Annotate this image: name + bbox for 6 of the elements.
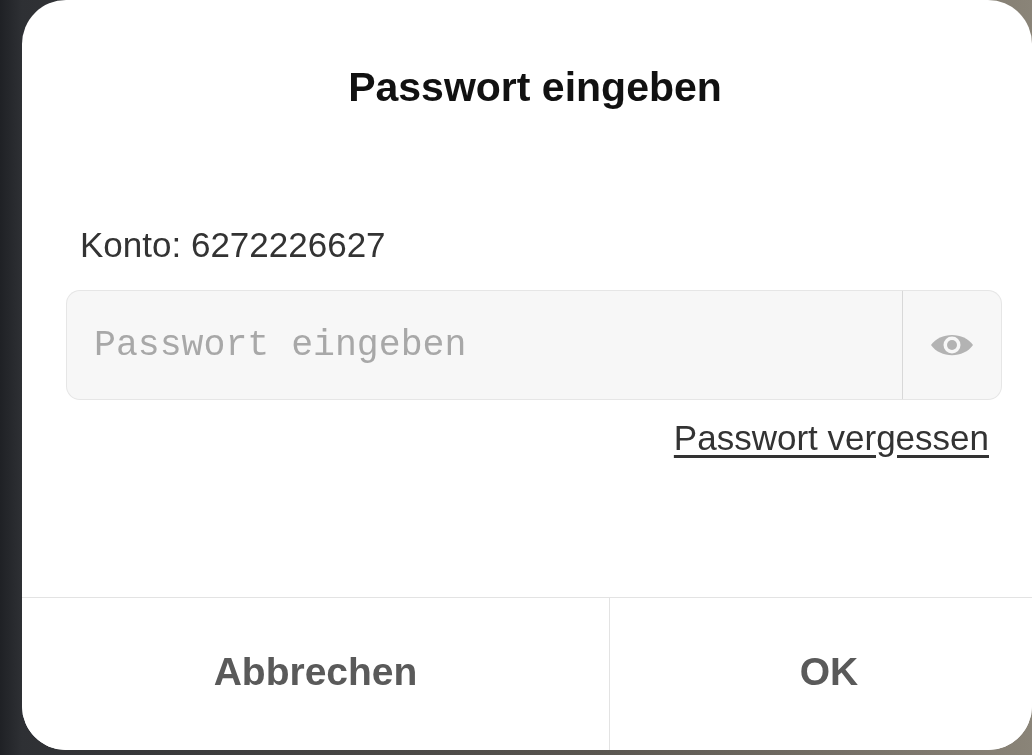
cancel-button[interactable]: Abbrechen xyxy=(22,598,610,750)
dialog-title: Passwort eingeben xyxy=(348,63,722,111)
password-field[interactable]: Passwort eingeben xyxy=(66,290,902,400)
forgot-password-link[interactable]: Passwort vergessen xyxy=(673,416,989,460)
show-password-button[interactable] xyxy=(902,290,1002,400)
account-label: Konto: 6272226627 xyxy=(80,224,386,266)
